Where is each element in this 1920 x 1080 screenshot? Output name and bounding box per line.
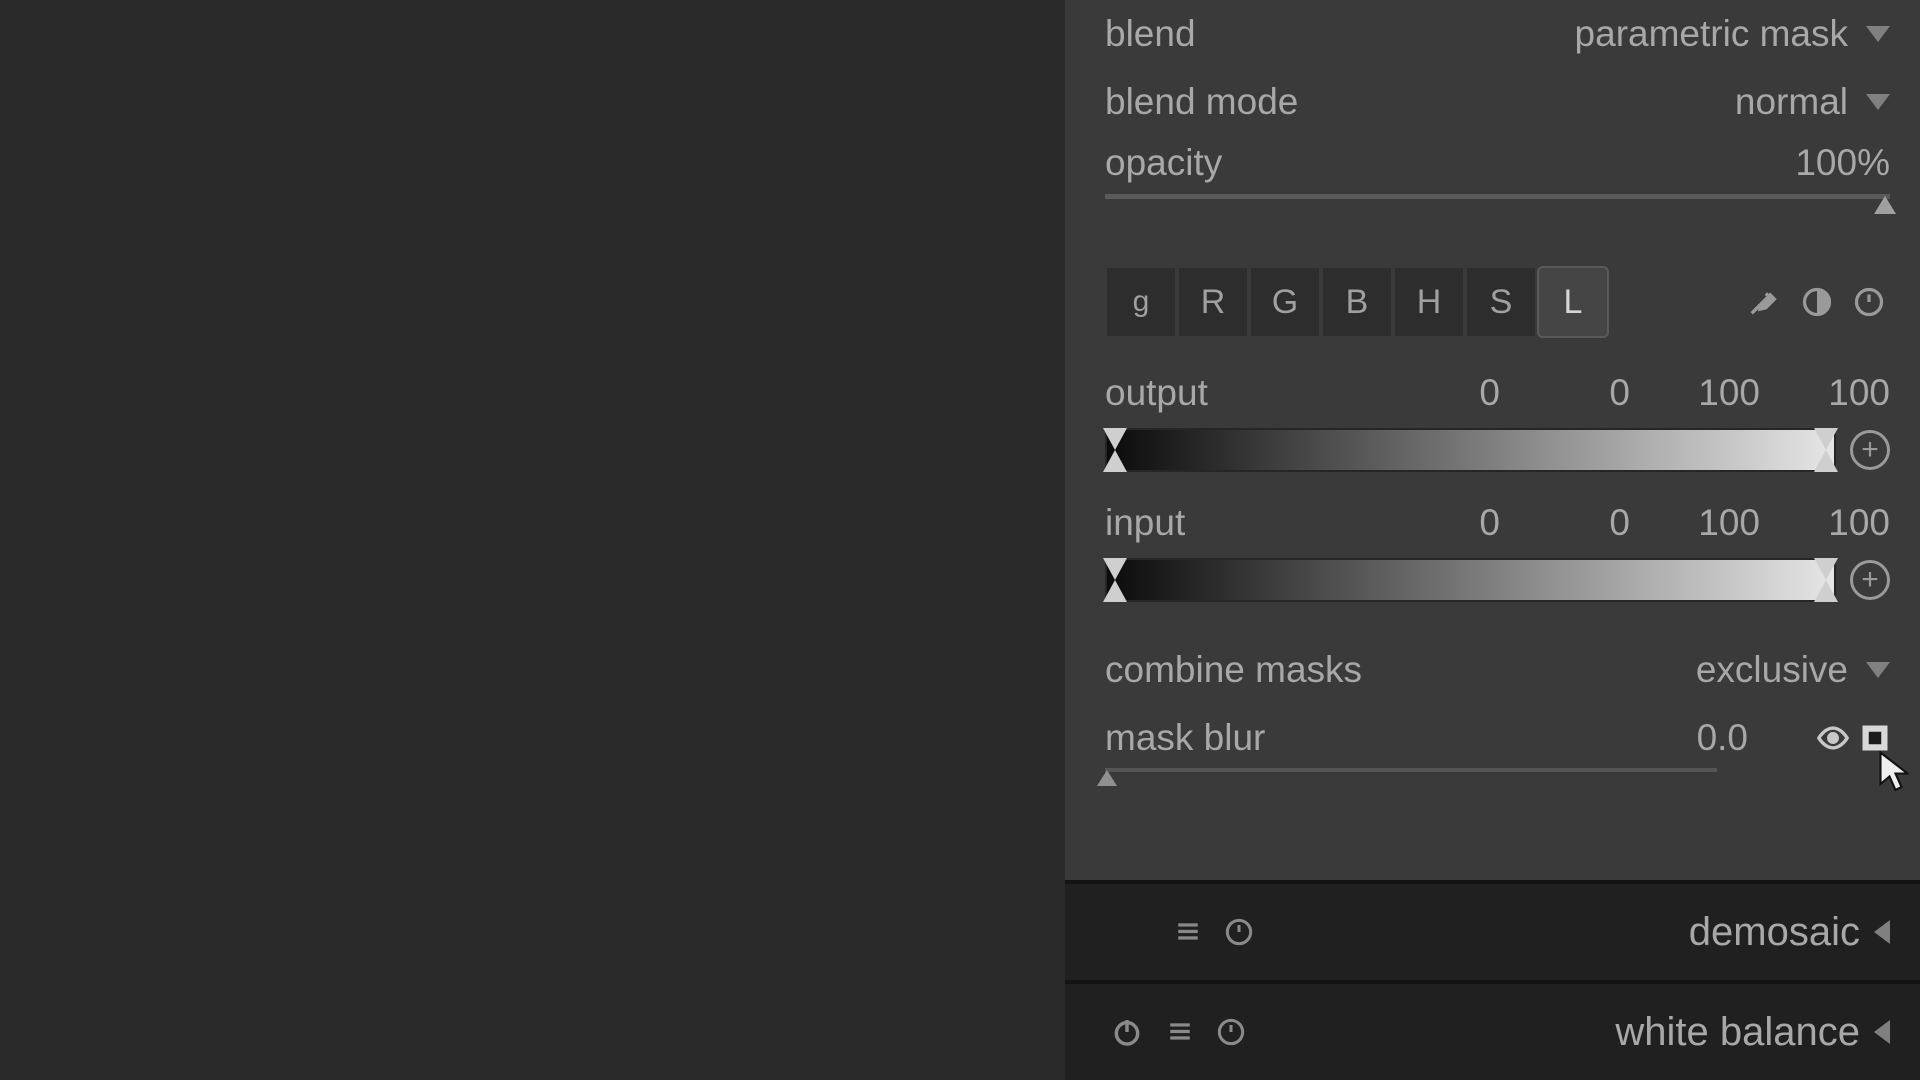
chevron-left-icon	[1874, 1020, 1890, 1044]
channel-tab-L[interactable]: L	[1537, 266, 1609, 338]
reset-icon[interactable]	[1225, 918, 1253, 946]
output-v3: 100	[1820, 372, 1890, 414]
combine-masks-label: combine masks	[1105, 649, 1362, 691]
output-add-button[interactable]: +	[1850, 430, 1890, 470]
blend-select[interactable]: blend parametric mask	[1105, 0, 1890, 68]
output-section: output 0 0 100 100 +	[1105, 372, 1890, 472]
input-v2: 100	[1690, 502, 1760, 544]
reset-icon[interactable]	[1217, 1018, 1245, 1046]
blend-label: blend	[1105, 13, 1196, 55]
side-panel: blend parametric mask blend mode normal …	[1065, 0, 1920, 1080]
channel-tab-H[interactable]: H	[1393, 266, 1465, 338]
canvas-area	[0, 0, 1065, 1080]
input-marker-bot-right[interactable]	[1814, 580, 1838, 602]
mask-blur-thumb[interactable]	[1097, 770, 1117, 786]
channel-tab-R[interactable]: R	[1177, 266, 1249, 338]
module-demosaic[interactable]: demosaic	[1065, 880, 1920, 980]
module-white-balance[interactable]: white balance	[1065, 980, 1920, 1080]
blend-mode-select[interactable]: blend mode normal	[1105, 68, 1890, 136]
contrast-icon[interactable]	[1802, 287, 1832, 317]
chevron-down-icon	[1866, 94, 1890, 110]
mask-square-icon[interactable]	[1860, 723, 1890, 753]
mask-blur-label: mask blur	[1105, 717, 1265, 759]
opacity-thumb[interactable]	[1874, 196, 1896, 214]
eyedropper-icon[interactable]	[1746, 285, 1780, 319]
opacity-value: 100%	[1795, 142, 1890, 184]
output-marker-bot-left[interactable]	[1103, 450, 1127, 472]
input-marker-bot-left[interactable]	[1103, 580, 1127, 602]
mask-blur-value: 0.0	[1697, 717, 1748, 759]
module-demosaic-title: demosaic	[1689, 910, 1860, 955]
mask-blur-slider[interactable]	[1105, 768, 1717, 772]
opacity-track[interactable]	[1105, 194, 1890, 199]
channel-tabs: g R G B H S L	[1105, 262, 1890, 342]
input-section: input 0 0 100 100 +	[1105, 502, 1890, 602]
blend-value: parametric mask	[1575, 13, 1848, 55]
channel-tab-S[interactable]: S	[1465, 266, 1537, 338]
input-add-button[interactable]: +	[1850, 560, 1890, 600]
blend-mode-label: blend mode	[1105, 81, 1298, 123]
mask-blur-row: mask blur 0.0	[1105, 704, 1890, 772]
opacity-label: opacity	[1105, 142, 1222, 184]
input-gradient-slider[interactable]	[1105, 558, 1836, 602]
input-v1: 0	[1560, 502, 1630, 544]
multi-instance-icon[interactable]	[1175, 919, 1201, 945]
output-marker-top-right[interactable]	[1814, 428, 1838, 450]
combine-masks-value: exclusive	[1696, 649, 1848, 691]
channel-tab-B[interactable]: B	[1321, 266, 1393, 338]
reset-icon[interactable]	[1854, 287, 1884, 317]
output-gradient-slider[interactable]	[1105, 428, 1836, 472]
combine-masks-select[interactable]: combine masks exclusive	[1105, 636, 1890, 704]
output-v1: 0	[1560, 372, 1630, 414]
channel-tab-G[interactable]: G	[1249, 266, 1321, 338]
input-label: input	[1105, 502, 1185, 544]
output-label: output	[1105, 372, 1208, 414]
input-v3: 100	[1820, 502, 1890, 544]
opacity-slider[interactable]: opacity 100%	[1105, 136, 1890, 226]
channel-tab-g[interactable]: g	[1105, 266, 1177, 338]
input-v0: 0	[1430, 502, 1500, 544]
input-marker-top-right[interactable]	[1814, 558, 1838, 580]
output-v0: 0	[1430, 372, 1500, 414]
output-v2: 100	[1690, 372, 1760, 414]
chevron-down-icon	[1866, 662, 1890, 678]
power-icon[interactable]	[1111, 1016, 1143, 1048]
input-marker-top-left[interactable]	[1103, 558, 1127, 580]
output-marker-bot-right[interactable]	[1814, 450, 1838, 472]
chevron-down-icon	[1866, 26, 1890, 42]
module-white-balance-title: white balance	[1615, 1010, 1860, 1055]
output-marker-top-left[interactable]	[1103, 428, 1127, 450]
multi-instance-icon[interactable]	[1167, 1019, 1193, 1045]
blend-mode-value: normal	[1735, 81, 1848, 123]
chevron-left-icon	[1874, 920, 1890, 944]
eye-icon[interactable]	[1816, 721, 1850, 755]
